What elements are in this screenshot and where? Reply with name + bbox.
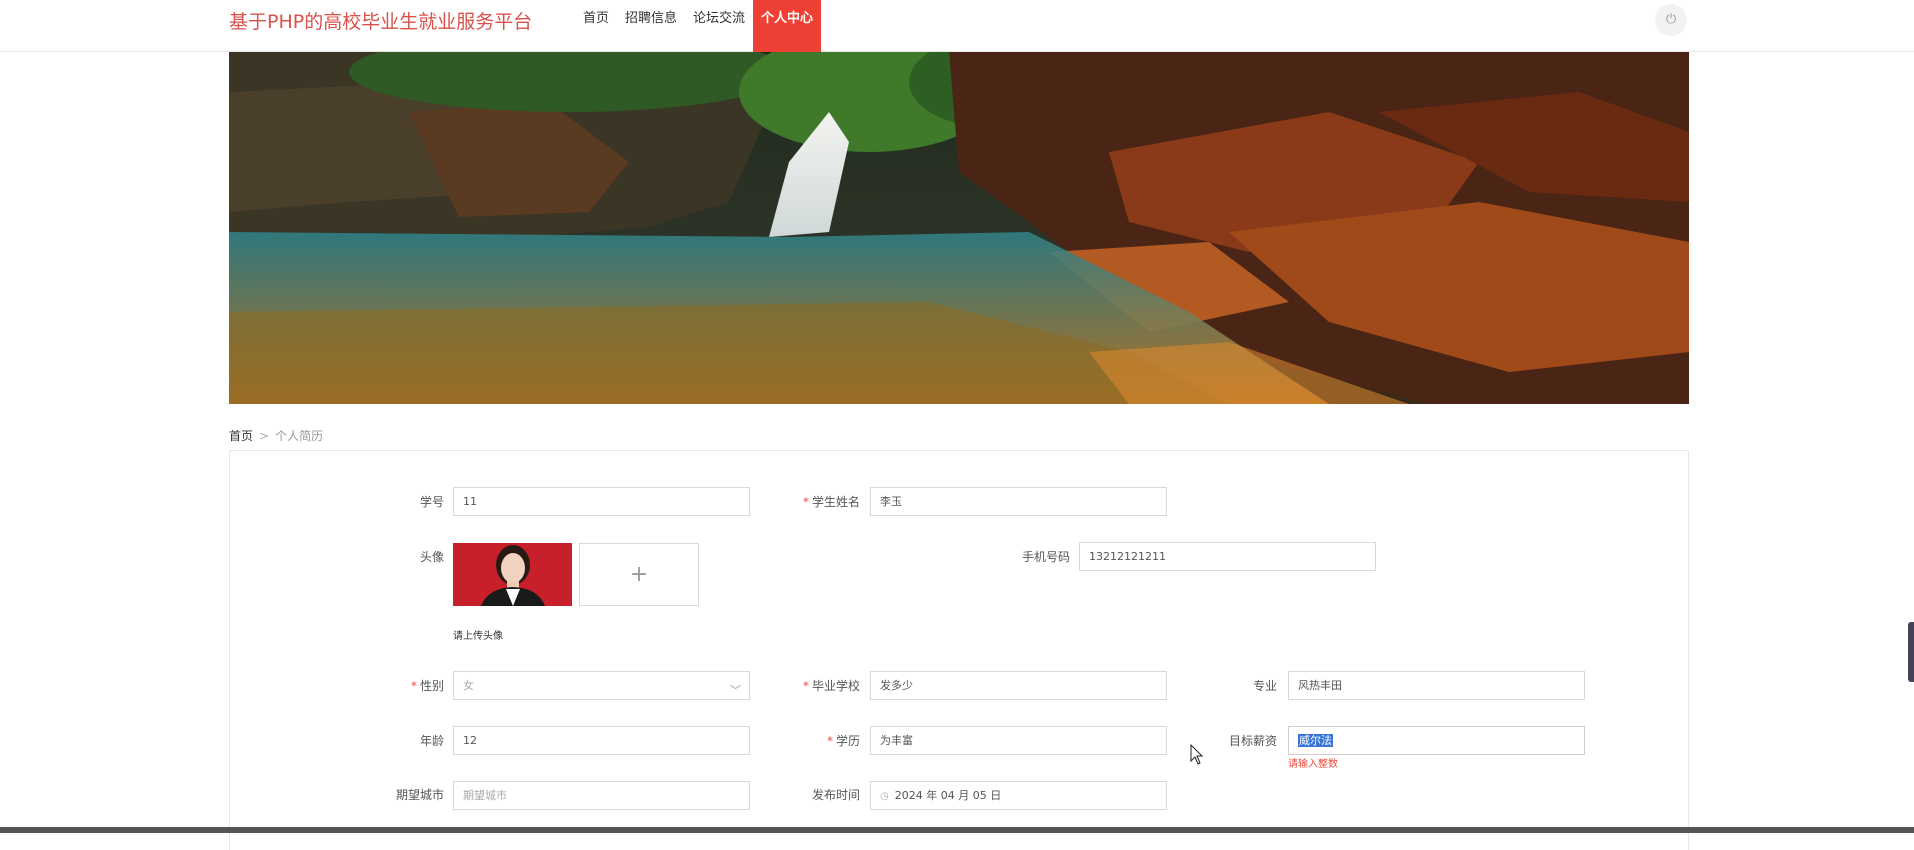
side-scroll-handle[interactable] bbox=[1908, 622, 1914, 682]
age-input[interactable]: 12 bbox=[453, 726, 750, 755]
salary-selected-text: 威尔法 bbox=[1298, 734, 1333, 747]
salary-error: 请输入整数 bbox=[1288, 759, 1338, 770]
bottom-bar bbox=[0, 827, 1914, 833]
avatar-label: 头像 bbox=[419, 550, 444, 564]
breadcrumb-separator: > bbox=[259, 429, 270, 443]
nav-jobs[interactable]: 招聘信息 bbox=[617, 0, 685, 52]
breadcrumb-home[interactable]: 首页 bbox=[229, 429, 253, 443]
avatar-image[interactable] bbox=[453, 543, 572, 606]
power-icon[interactable]: ⏻ bbox=[1655, 4, 1687, 36]
main-nav: 首页 招聘信息 论坛交流 个人中心 bbox=[575, 0, 822, 52]
publish-time-input[interactable]: ◷ 2024 年 04 月 05 日 bbox=[870, 781, 1167, 810]
avatar-upload-button[interactable]: + bbox=[579, 543, 699, 606]
top-navbar: 基于PHP的高校毕业生就业服务平台 首页 招聘信息 论坛交流 个人中心 ⏻ bbox=[0, 0, 1914, 52]
age-label: 年龄 bbox=[419, 734, 444, 748]
school-input[interactable]: 发多少 bbox=[870, 671, 1167, 700]
plus-icon: + bbox=[629, 562, 649, 587]
mouse-cursor-icon bbox=[1190, 744, 1204, 765]
education-input[interactable]: 为丰富 bbox=[870, 726, 1167, 755]
chevron-down-icon: ﹀ bbox=[730, 684, 741, 697]
hero-banner bbox=[229, 52, 1689, 404]
breadcrumb: 首页 > 个人简历 bbox=[229, 427, 323, 444]
breadcrumb-current: 个人简历 bbox=[275, 429, 324, 443]
city-input[interactable]: 期望城市 bbox=[453, 781, 750, 810]
student-id-input[interactable]: 11 bbox=[453, 487, 750, 516]
publish-time-label: 发布时间 bbox=[811, 788, 860, 802]
nav-personal-center[interactable]: 个人中心 bbox=[753, 0, 822, 52]
major-label: 专业 bbox=[1252, 679, 1277, 693]
nav-forum[interactable]: 论坛交流 bbox=[685, 0, 753, 52]
gender-select[interactable]: 女 ﹀ bbox=[453, 671, 750, 700]
nav-home[interactable]: 首页 bbox=[575, 0, 617, 52]
waterfall-image bbox=[229, 52, 1689, 404]
clock-icon: ◷ bbox=[880, 791, 889, 802]
education-label: * 学历 bbox=[826, 734, 860, 748]
major-input[interactable]: 风热丰田 bbox=[1288, 671, 1585, 700]
site-title[interactable]: 基于PHP的高校毕业生就业服务平台 bbox=[229, 7, 532, 34]
city-label: 期望城市 bbox=[395, 788, 444, 802]
school-label: * 毕业学校 bbox=[802, 679, 860, 693]
student-id-label: 学号 bbox=[419, 495, 444, 509]
student-name-label: * 学生姓名 bbox=[802, 495, 860, 509]
gender-label: * 性别 bbox=[410, 679, 444, 693]
phone-input[interactable]: 13212121211 bbox=[1079, 542, 1376, 571]
student-name-input[interactable]: 李玉 bbox=[870, 487, 1167, 516]
avatar-hint: 请上传头像 bbox=[453, 631, 503, 642]
avatar-photo bbox=[453, 543, 572, 606]
salary-input[interactable]: 威尔法 bbox=[1288, 726, 1585, 755]
phone-label: 手机号码 bbox=[1021, 550, 1070, 564]
